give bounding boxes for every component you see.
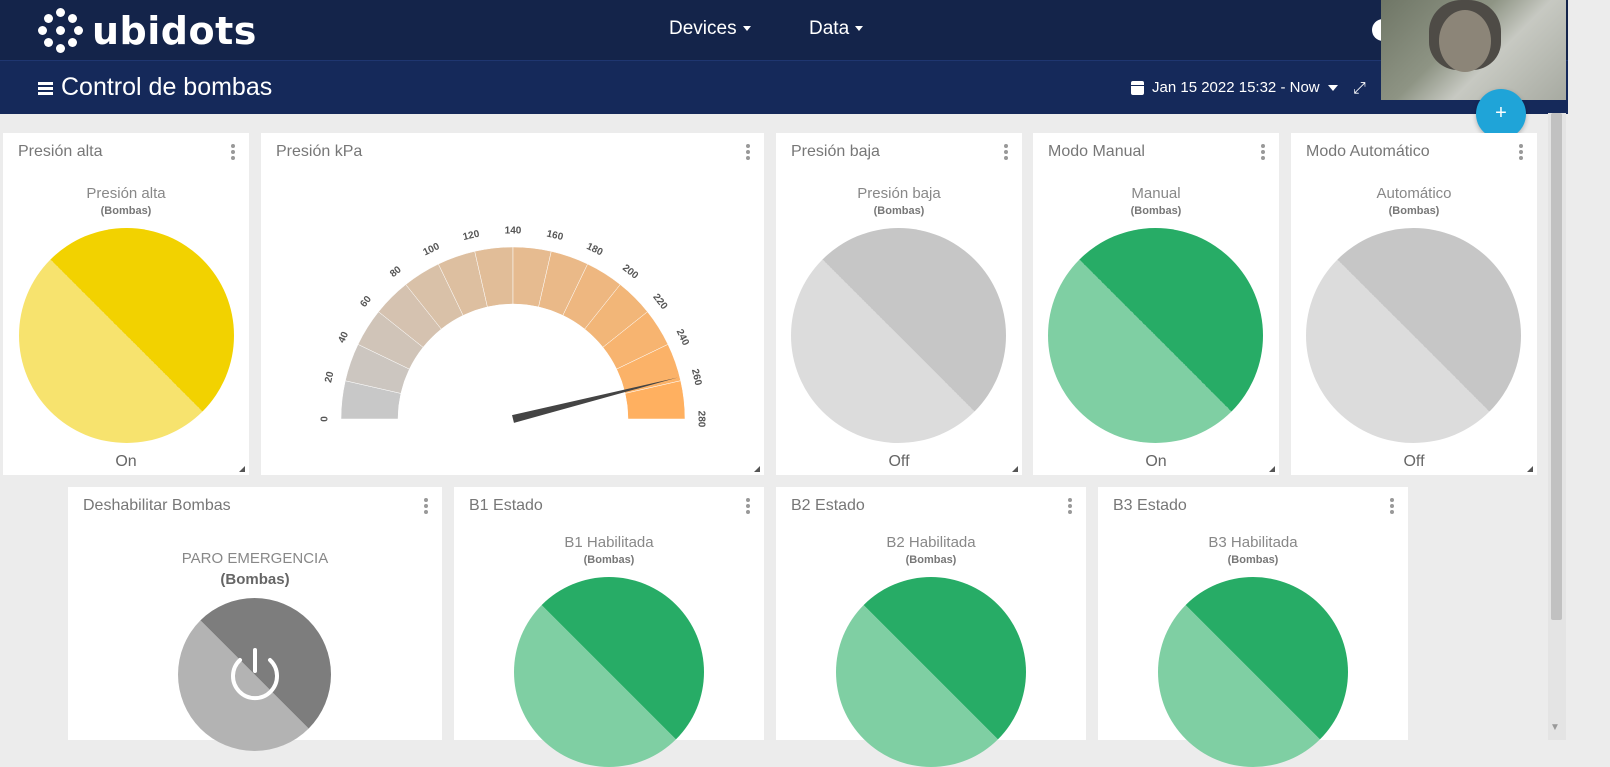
- dashboard-header: Control de bombas Jan 15 2022 15:32 - No…: [0, 60, 1568, 114]
- indicator-state: Off: [1403, 453, 1425, 470]
- widget-modo-automatico: Modo Automático Automático (Bombas) Off: [1291, 133, 1537, 475]
- variable-name: Automático: [1376, 185, 1452, 202]
- nav-data[interactable]: Data: [809, 18, 864, 40]
- device-name: (Bombas): [873, 205, 925, 217]
- widget-b3-estado: B3 Estado B3 Habilitada (Bombas): [1098, 487, 1408, 767]
- date-range-picker[interactable]: Jan 15 2022 15:32 - Now: [1131, 79, 1338, 96]
- gauge-tick-label: 100: [422, 241, 442, 258]
- indicator-state: On: [1145, 453, 1167, 470]
- emergency-stop-switch[interactable]: [178, 598, 331, 751]
- kebab-icon[interactable]: [1068, 498, 1072, 516]
- variable-name: B2 Habilitada: [886, 534, 976, 551]
- indicator-light[interactable]: [1158, 577, 1348, 767]
- gauge-tick-label: 260: [689, 368, 704, 387]
- indicator-light[interactable]: [19, 228, 234, 443]
- indicator-light[interactable]: [514, 577, 704, 767]
- scrollbar-thumb[interactable]: [1551, 113, 1562, 620]
- widget-b1-estado: B1 Estado B1 Habilitada (Bombas): [454, 487, 764, 767]
- variable-name: B1 Habilitada: [564, 534, 654, 551]
- kebab-icon[interactable]: [1261, 144, 1265, 162]
- variable-name: Presión alta: [86, 185, 166, 202]
- device-name: (Bombas): [905, 554, 957, 566]
- widget-modo-manual: Modo Manual Manual (Bombas) On: [1033, 133, 1279, 475]
- gauge-tick-label: 160: [545, 229, 564, 244]
- widget-title: Deshabilitar Bombas: [83, 497, 231, 514]
- gauge-tick-label: 200: [620, 263, 640, 282]
- widget-presion-kpa: Presión kPa 0 20 40 60 80 100 120 140 160 180 200 2…: [261, 133, 764, 475]
- webcam-overlay: [1381, 0, 1566, 100]
- expand-icon[interactable]: ⤢: [1353, 80, 1366, 98]
- variable-name: Manual: [1131, 185, 1181, 202]
- gauge-tick-label: 240: [674, 328, 691, 348]
- kebab-icon[interactable]: [1390, 498, 1394, 516]
- gauge-tick-label: 280: [695, 411, 706, 428]
- gauge-tick-label: 40: [336, 330, 351, 345]
- dashboard-title: Control de bombas: [61, 73, 273, 101]
- chevron-down-icon: [1327, 84, 1338, 91]
- indicator-light[interactable]: [791, 228, 1006, 443]
- webcam-face: [1439, 10, 1491, 72]
- chevron-down-icon: [855, 26, 864, 32]
- hamburger-icon[interactable]: [38, 82, 53, 95]
- calendar-icon: [1131, 80, 1144, 95]
- widget-title: Presión alta: [18, 143, 103, 160]
- gauge-tick-label: 20: [323, 370, 336, 384]
- nav-devices[interactable]: Devices: [669, 18, 751, 40]
- widget-title: Presión baja: [791, 143, 880, 160]
- scroll-down-arrow-icon[interactable]: ▼: [1550, 722, 1560, 733]
- indicator-light[interactable]: [836, 577, 1026, 767]
- widget-title: B1 Estado: [469, 497, 543, 514]
- widget-title: Modo Automático: [1306, 143, 1430, 160]
- resize-handle[interactable]: [1012, 466, 1018, 472]
- gauge-tick-label: 60: [358, 294, 374, 310]
- kebab-icon[interactable]: [1004, 144, 1008, 162]
- kebab-icon[interactable]: [746, 498, 750, 516]
- resize-handle[interactable]: [1269, 466, 1275, 472]
- resize-handle[interactable]: [239, 466, 245, 472]
- ubidots-logo[interactable]: ubidots: [38, 8, 257, 54]
- widget-b2-estado: B2 Estado B2 Habilitada (Bombas): [776, 487, 1086, 767]
- widget-title: B2 Estado: [791, 497, 865, 514]
- widget-deshabilitar-bombas: Deshabilitar Bombas PARO EMERGENCIA (Bom…: [68, 487, 442, 751]
- pressure-gauge: 0 20 40 60 80 100 120 140 160 180 200 220 240 260 280: [320, 226, 707, 428]
- indicator-light[interactable]: [1306, 228, 1521, 443]
- resize-handle[interactable]: [1527, 466, 1533, 472]
- gauge-tick-label: 180: [585, 241, 605, 258]
- widget-title: Modo Manual: [1048, 143, 1145, 160]
- widget-presion-alta: Presión alta Presión alta (Bombas) On: [3, 133, 249, 475]
- device-name: (Bombas): [100, 205, 152, 217]
- variable-name: Presión baja: [857, 185, 941, 202]
- gauge-tick-label: 0: [320, 416, 331, 422]
- widget-title: B3 Estado: [1113, 497, 1187, 514]
- add-widget-button[interactable]: +: [1476, 89, 1526, 139]
- device-name: (Bombas): [1130, 205, 1182, 217]
- nav-devices-label: Devices: [669, 18, 737, 39]
- gauge-tick-label: 120: [462, 229, 481, 244]
- device-name: (Bombas): [1388, 205, 1440, 217]
- indicator-state: On: [115, 453, 137, 470]
- device-name: (Bombas): [583, 554, 635, 566]
- gauge-tick-label: 80: [388, 264, 404, 280]
- nav-data-label: Data: [809, 18, 850, 39]
- kebab-icon[interactable]: [1519, 144, 1523, 162]
- indicator-light[interactable]: [1048, 228, 1263, 443]
- top-navbar: ubidots Devices Data: [0, 0, 1568, 60]
- variable-name: PARO EMERGENCIA: [181, 550, 329, 567]
- logo-text: ubidots: [92, 9, 257, 53]
- logo-dots-icon: [38, 8, 84, 54]
- power-icon: [231, 648, 279, 701]
- resize-handle[interactable]: [754, 466, 760, 472]
- widget-presion-baja: Presión baja Presión baja (Bombas) Off: [776, 133, 1022, 475]
- gauge-tick-label: 220: [650, 292, 669, 312]
- kebab-icon[interactable]: [231, 144, 235, 162]
- gauge-tick-label: 140: [505, 226, 522, 237]
- chevron-down-icon: [742, 26, 751, 32]
- kebab-icon[interactable]: [424, 498, 428, 516]
- date-range-label: Jan 15 2022 15:32 - Now: [1152, 79, 1320, 96]
- variable-name: B3 Habilitada: [1208, 534, 1298, 551]
- device-name: (Bombas): [1227, 554, 1279, 566]
- indicator-state: Off: [888, 453, 910, 470]
- device-name: (Bombas): [220, 571, 290, 588]
